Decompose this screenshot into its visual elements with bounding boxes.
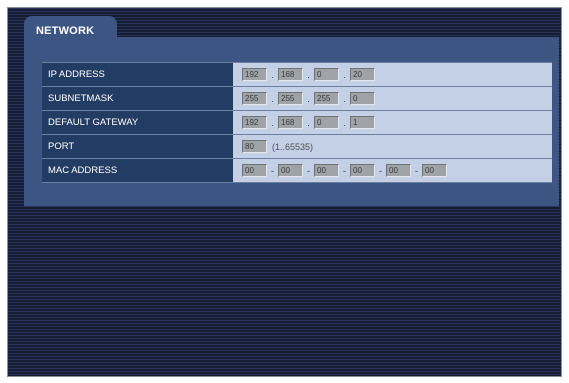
default-gateway-separator: .: [271, 117, 274, 128]
network-panel: IP ADDRESS . . . SUBNETMASK . .: [24, 37, 559, 206]
subnet-mask-octet-3[interactable]: [314, 92, 339, 105]
ip-address-separator: .: [307, 69, 310, 80]
ip-address-separator: .: [343, 69, 346, 80]
ip-address-octet-3[interactable]: [314, 68, 339, 81]
mac-address-label: MAC ADDRESS: [42, 159, 233, 182]
ip-address-value: . . .: [233, 63, 552, 86]
subnet-mask-octet-1[interactable]: [242, 92, 267, 105]
subnet-mask-separator: .: [343, 93, 346, 104]
ip-address-octet-2[interactable]: [278, 68, 303, 81]
ip-address-octet-4[interactable]: [350, 68, 375, 81]
mac-address-byte-4[interactable]: [350, 164, 375, 177]
default-gateway-label: DEFAULT GATEWAY: [42, 111, 233, 134]
network-settings-table: IP ADDRESS . . . SUBNETMASK . .: [42, 62, 552, 183]
mac-address-byte-1[interactable]: [242, 164, 267, 177]
mac-address-separator: -: [343, 165, 346, 176]
subnet-mask-separator: .: [307, 93, 310, 104]
subnet-mask-octet-4[interactable]: [350, 92, 375, 105]
default-gateway-value: . . .: [233, 111, 552, 134]
mac-address-separator: -: [271, 165, 274, 176]
port-row: PORT (1..65535): [42, 135, 552, 159]
default-gateway-octet-3[interactable]: [314, 116, 339, 129]
default-gateway-separator: .: [343, 117, 346, 128]
default-gateway-octet-1[interactable]: [242, 116, 267, 129]
subnet-mask-label: SUBNETMASK: [42, 87, 233, 110]
ip-address-row: IP ADDRESS . . .: [42, 63, 552, 87]
mac-address-separator: -: [379, 165, 382, 176]
default-gateway-octet-2[interactable]: [278, 116, 303, 129]
port-label: PORT: [42, 135, 233, 158]
ip-address-octet-1[interactable]: [242, 68, 267, 81]
default-gateway-octet-4[interactable]: [350, 116, 375, 129]
port-range-hint: (1..65535): [272, 141, 314, 152]
port-value: (1..65535): [233, 135, 552, 158]
mac-address-byte-3[interactable]: [314, 164, 339, 177]
ip-address-label: IP ADDRESS: [42, 63, 233, 86]
page-frame: NETWORK IP ADDRESS . . . SUBNETMASK: [7, 7, 562, 377]
mac-address-byte-5[interactable]: [386, 164, 411, 177]
default-gateway-separator: .: [307, 117, 310, 128]
default-gateway-row: DEFAULT GATEWAY . . .: [42, 111, 552, 135]
ip-address-separator: .: [271, 69, 274, 80]
mac-address-row: MAC ADDRESS - - - - -: [42, 159, 552, 183]
mac-address-value: - - - - -: [233, 159, 552, 182]
mac-address-byte-2[interactable]: [278, 164, 303, 177]
port-input[interactable]: [242, 140, 267, 153]
subnet-mask-octet-2[interactable]: [278, 92, 303, 105]
subnet-mask-value: . . .: [233, 87, 552, 110]
subnet-mask-row: SUBNETMASK . . .: [42, 87, 552, 111]
mac-address-separator: -: [307, 165, 310, 176]
subnet-mask-separator: .: [271, 93, 274, 104]
mac-address-byte-6[interactable]: [422, 164, 447, 177]
mac-address-separator: -: [415, 165, 418, 176]
